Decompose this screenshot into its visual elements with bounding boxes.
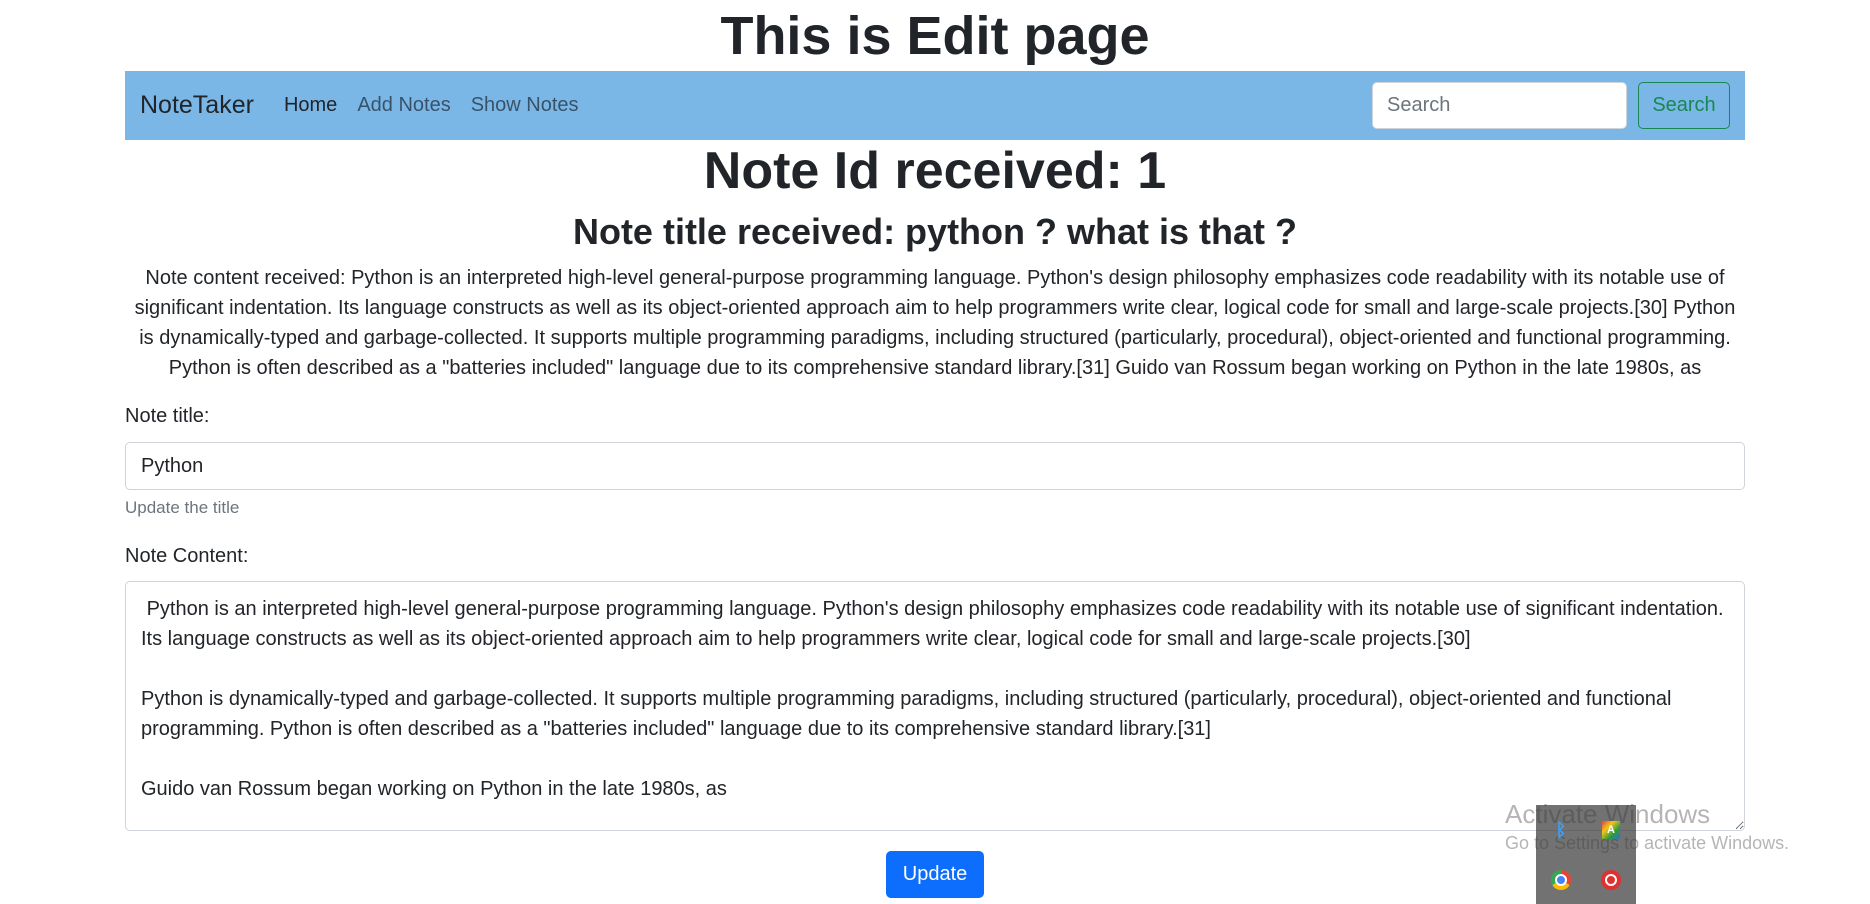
- search-button[interactable]: Search: [1638, 82, 1730, 129]
- note-title-help: Update the title: [125, 498, 240, 517]
- red-circle-icon[interactable]: [1586, 855, 1636, 904]
- navbar-brand[interactable]: NoteTaker: [140, 91, 254, 120]
- system-tray-popup: ᛒ A: [1536, 805, 1636, 904]
- nav-link-add-notes[interactable]: Add Notes: [357, 94, 450, 117]
- nav-link-home[interactable]: Home: [284, 94, 337, 117]
- search-input[interactable]: [1372, 82, 1627, 129]
- chrome-icon[interactable]: [1536, 855, 1586, 904]
- note-content-textarea[interactable]: Python is an interpreted high-level gene…: [125, 581, 1745, 831]
- note-id-heading: Note Id received: 1: [703, 142, 1167, 200]
- navbar: NoteTaker Home Add Notes Show Notes Sear…: [125, 71, 1745, 140]
- language-icon[interactable]: A: [1586, 805, 1636, 855]
- bluetooth-icon[interactable]: ᛒ: [1536, 805, 1586, 855]
- note-content-label: Note Content:: [125, 545, 249, 567]
- note-title-input[interactable]: [125, 442, 1745, 490]
- update-button[interactable]: Update: [886, 851, 984, 898]
- navbar-search: Search: [1372, 82, 1730, 129]
- page-heading: This is Edit page: [720, 6, 1150, 66]
- note-title-label: Note title:: [125, 405, 210, 427]
- note-content-received: Note content received: Python is an inte…: [134, 267, 1736, 379]
- nav-link-show-notes[interactable]: Show Notes: [471, 94, 579, 117]
- note-title-received: Note title received: python ? what is th…: [572, 211, 1298, 252]
